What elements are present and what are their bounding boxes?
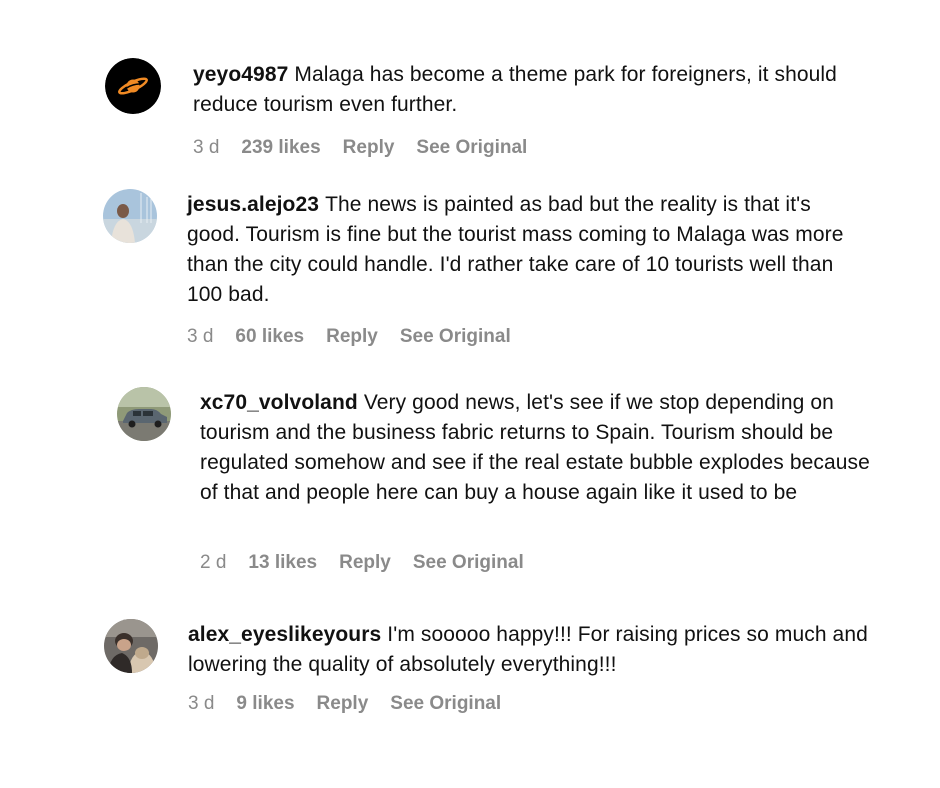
see-original-button[interactable]: See Original — [416, 137, 527, 159]
saturn-planet-icon — [105, 58, 161, 114]
reply-button[interactable]: Reply — [317, 693, 369, 715]
comment-meta: 3 d 60 likes Reply See Original — [187, 326, 533, 348]
comment-body: jesus.alejo23 The news is painted as bad … — [187, 190, 867, 310]
comment-meta: 3 d 239 likes Reply See Original — [193, 137, 549, 159]
likes-count[interactable]: 13 likes — [248, 552, 317, 574]
comment-username[interactable]: xc70_volvoland — [200, 391, 358, 414]
avatar[interactable] — [103, 189, 157, 243]
avatar[interactable] — [105, 58, 161, 114]
person-photo-avatar — [103, 189, 157, 243]
reply-button[interactable]: Reply — [339, 552, 391, 574]
avatar[interactable] — [117, 387, 171, 441]
comment-timestamp: 3 d — [187, 326, 214, 347]
reply-button[interactable]: Reply — [343, 137, 395, 159]
likes-count[interactable]: 9 likes — [236, 693, 294, 715]
comment-timestamp: 3 d — [193, 137, 220, 158]
comment-text: Malaga has become a theme park for forei… — [193, 63, 837, 116]
likes-count[interactable]: 239 likes — [241, 137, 320, 159]
comment-username[interactable]: alex_eyeslikeyours — [188, 623, 381, 646]
comment-body: alex_eyeslikeyours I'm sooooo happy!!! Fo… — [188, 620, 868, 680]
reply-button[interactable]: Reply — [326, 326, 378, 348]
comment-username[interactable]: yeyo4987 — [193, 63, 288, 86]
see-original-button[interactable]: See Original — [390, 693, 501, 715]
see-original-button[interactable]: See Original — [400, 326, 511, 348]
comment-meta: 2 d 13 likes Reply See Original — [200, 552, 546, 574]
comment-username[interactable]: jesus.alejo23 — [187, 193, 319, 216]
comment-body: yeyo4987 Malaga has become a theme park f… — [193, 60, 873, 120]
comment-timestamp: 3 d — [188, 693, 215, 714]
car-photo-avatar — [117, 387, 171, 441]
likes-count[interactable]: 60 likes — [235, 326, 304, 348]
person-with-dog-photo-avatar — [104, 619, 158, 673]
avatar[interactable] — [104, 619, 158, 673]
comment-meta: 3 d 9 likes Reply See Original — [188, 693, 523, 715]
see-original-button[interactable]: See Original — [413, 552, 524, 574]
comment-body: xc70_volvoland Very good news, let's see … — [200, 388, 880, 508]
comment-timestamp: 2 d — [200, 552, 227, 573]
